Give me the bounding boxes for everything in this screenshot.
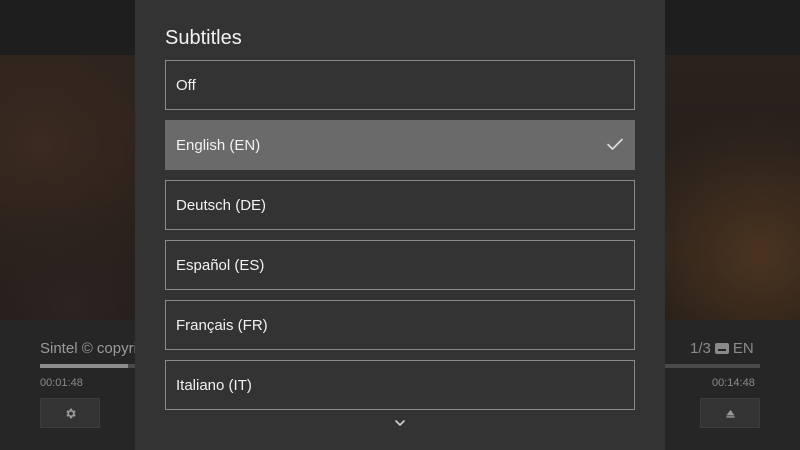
- subtitles-dialog: Subtitles Off English (EN) Deutsch (DE) …: [135, 0, 665, 450]
- subtitle-status: 1/3 EN: [690, 340, 754, 357]
- subtitle-option-francais[interactable]: Français (FR): [165, 300, 635, 350]
- option-label: Español (ES): [176, 256, 265, 274]
- checkmark-icon: [607, 138, 623, 150]
- time-current: 00:01:48: [40, 377, 83, 389]
- subtitle-option-off[interactable]: Off: [165, 60, 635, 110]
- subtitle-language: EN: [732, 340, 754, 357]
- option-label: Deutsch (DE): [176, 196, 267, 214]
- option-label: Italiano (IT): [176, 376, 252, 394]
- settings-button[interactable]: [40, 398, 100, 428]
- gear-icon: [65, 408, 76, 418]
- subtitles-icon: [714, 343, 729, 354]
- chevron-down-icon[interactable]: [393, 418, 407, 428]
- progress-fill: [40, 364, 128, 368]
- subtitle-option-italiano[interactable]: Italiano (IT): [165, 360, 635, 410]
- eject-icon: [725, 409, 735, 418]
- dialog-title: Subtitles: [165, 27, 242, 49]
- eject-button[interactable]: [700, 398, 760, 428]
- subtitle-option-english[interactable]: English (EN): [165, 120, 635, 170]
- time-total: 00:14:48: [712, 377, 755, 389]
- option-label: Off: [176, 76, 196, 94]
- subtitle-option-espanol[interactable]: Español (ES): [165, 240, 635, 290]
- option-label: Français (FR): [176, 316, 268, 334]
- subtitle-option-deutsch[interactable]: Deutsch (DE): [165, 180, 635, 230]
- subtitle-index: 1/3: [690, 340, 711, 357]
- video-title: Sintel © copyright: [40, 340, 140, 357]
- option-label: English (EN): [176, 136, 261, 154]
